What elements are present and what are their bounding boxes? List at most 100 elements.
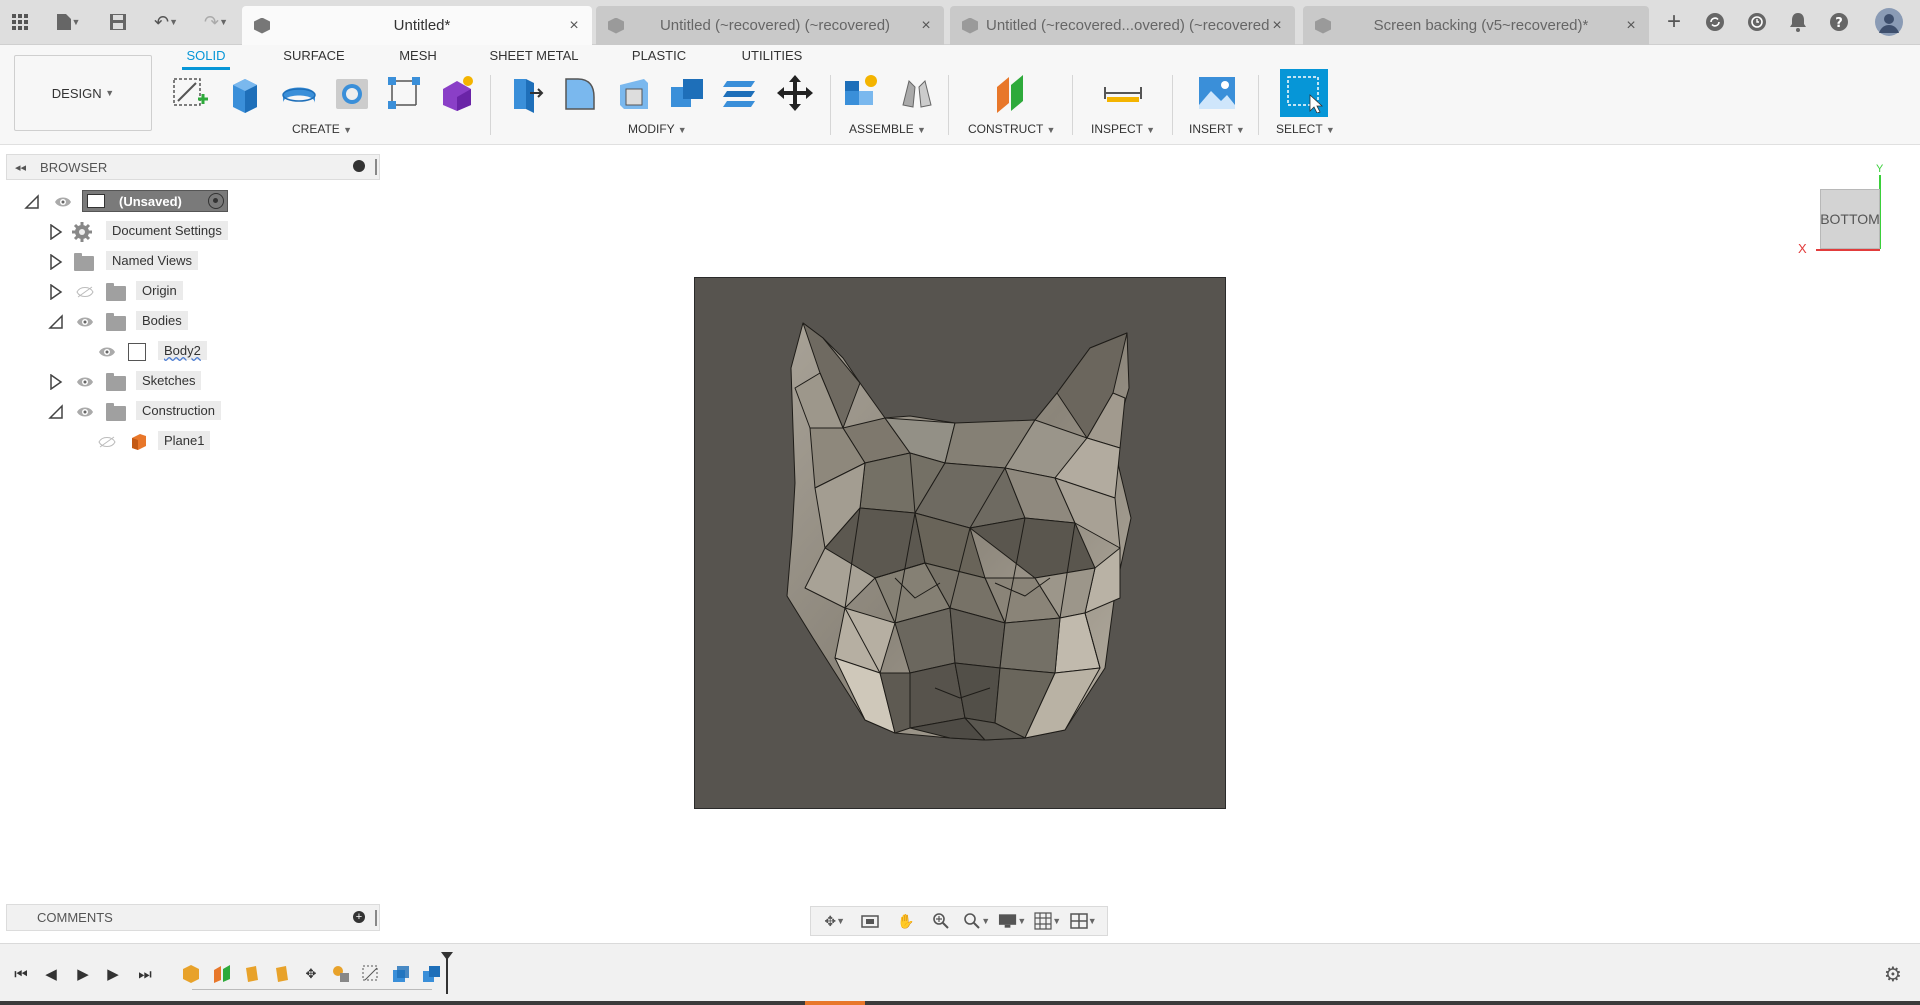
create-sketch-icon[interactable] <box>169 72 211 114</box>
press-pull-icon[interactable] <box>505 72 547 114</box>
grid-settings-icon[interactable]: ▼ <box>1034 910 1062 932</box>
tab-untitled-recovered-2[interactable]: Untitled (~recovered...overed) (~recover… <box>950 6 1295 45</box>
tab-untitled[interactable]: Untitled* × <box>242 6 592 45</box>
comments-panel-header[interactable]: COMMENTS + <box>6 904 380 931</box>
help-icon[interactable]: ? <box>1827 10 1851 34</box>
tab-plastic[interactable]: PLASTIC <box>628 48 690 70</box>
insert-menu[interactable]: INSERT ▼ <box>1189 122 1245 136</box>
visibility-eye-icon[interactable] <box>76 406 94 421</box>
tab-utilities[interactable]: UTILITIES <box>738 48 806 70</box>
tab-screen-backing[interactable]: Screen backing (v5~recovered)* × <box>1303 6 1649 45</box>
viewcube[interactable]: Y X BOTTOM <box>1790 163 1890 256</box>
visibility-eye-icon[interactable] <box>76 376 94 391</box>
play-icon[interactable]: ▶ <box>72 963 94 985</box>
timeline-marker-head[interactable] <box>441 952 453 960</box>
step-back-icon[interactable]: ◀ <box>40 963 62 985</box>
modify-menu[interactable]: MODIFY ▼ <box>628 122 687 136</box>
activate-radio-icon[interactable] <box>208 193 224 209</box>
timeline-feature-body[interactable] <box>241 962 263 986</box>
joint-icon[interactable] <box>896 72 938 114</box>
visibility-eye-icon[interactable] <box>54 196 72 208</box>
tab-sheet-metal[interactable]: SHEET METAL <box>488 48 580 70</box>
pin-handle-icon[interactable] <box>375 910 377 926</box>
go-to-start-icon[interactable]: ⏮ <box>10 963 32 985</box>
display-settings-icon[interactable]: ▼ <box>998 910 1026 932</box>
zoom-icon[interactable] <box>927 910 955 932</box>
close-icon[interactable]: × <box>566 17 582 35</box>
workspace-switcher[interactable]: DESIGN ▼ <box>14 55 152 131</box>
close-icon[interactable]: × <box>1623 17 1639 35</box>
hidden-eye-icon[interactable] <box>76 286 94 301</box>
timeline-settings-gear-icon[interactable]: ⚙ <box>1882 963 1904 986</box>
canvas-viewport[interactable] <box>694 277 1226 809</box>
visibility-eye-icon[interactable] <box>76 316 94 331</box>
minimize-icon[interactable] <box>353 160 365 172</box>
split-body-icon[interactable] <box>720 72 762 114</box>
step-forward-icon[interactable]: ▶ <box>102 963 124 985</box>
expand-triangle-icon[interactable] <box>48 374 64 390</box>
expand-triangle-icon[interactable] <box>48 284 64 300</box>
shell-icon[interactable] <box>613 72 655 114</box>
expand-triangle-icon[interactable] <box>48 254 64 270</box>
timeline-feature-extrude[interactable] <box>390 962 412 986</box>
timeline-marker[interactable] <box>446 954 448 994</box>
tab-mesh[interactable]: MESH <box>396 48 440 70</box>
pin-handle-icon[interactable] <box>375 159 377 175</box>
app-grid-icon[interactable] <box>8 10 32 34</box>
inspect-menu[interactable]: INSPECT ▼ <box>1091 122 1155 136</box>
revolve-icon[interactable] <box>278 72 320 114</box>
collapse-triangle-icon[interactable] <box>24 194 40 210</box>
save-icon[interactable] <box>106 10 130 34</box>
collapse-triangle-icon[interactable] <box>48 314 64 330</box>
hidden-eye-icon[interactable] <box>98 436 116 451</box>
form-icon[interactable] <box>436 72 478 114</box>
pattern-icon[interactable] <box>383 72 425 114</box>
move-copy-icon[interactable] <box>774 72 816 114</box>
new-tab-icon[interactable]: + <box>1662 8 1686 35</box>
timeline-feature-combine-body[interactable] <box>420 962 442 986</box>
combine-icon[interactable] <box>666 72 708 114</box>
tab-surface[interactable]: SURFACE <box>278 48 350 70</box>
select-tool-icon[interactable] <box>1280 69 1328 117</box>
tab-solid[interactable]: SOLID <box>182 48 230 70</box>
offset-plane-icon[interactable] <box>990 72 1032 114</box>
job-status-icon[interactable] <box>1745 10 1769 34</box>
go-to-end-icon[interactable]: ⏭ <box>134 963 156 985</box>
timeline-feature-move[interactable]: ✥ <box>300 962 322 986</box>
timeline-feature-combine[interactable] <box>330 962 352 986</box>
insert-image-icon[interactable] <box>1196 72 1238 114</box>
create-menu[interactable]: CREATE ▼ <box>292 122 352 136</box>
look-at-icon[interactable] <box>856 910 884 932</box>
user-avatar[interactable] <box>1874 7 1904 37</box>
tab-untitled-recovered[interactable]: Untitled (~recovered) (~recovered) × <box>596 6 944 45</box>
timeline-feature-plane[interactable] <box>211 962 233 986</box>
collapse-panel-icon[interactable]: ◂◂ <box>15 161 26 174</box>
undo-icon[interactable]: ↶ ▼ <box>146 10 186 34</box>
hole-icon[interactable] <box>331 72 373 114</box>
timeline-feature-body[interactable] <box>271 962 293 986</box>
measure-icon[interactable] <box>1102 72 1144 114</box>
root-component[interactable]: (Unsaved) <box>82 190 228 212</box>
notifications-icon[interactable] <box>1786 10 1810 34</box>
close-icon[interactable]: × <box>918 17 934 35</box>
collapse-triangle-icon[interactable] <box>48 404 64 420</box>
timeline-feature-mesh[interactable] <box>180 962 202 986</box>
add-comment-icon[interactable]: + <box>353 911 365 923</box>
viewcube-face-bottom[interactable]: BOTTOM <box>1820 189 1880 249</box>
pan-hand-icon[interactable]: ✋ <box>892 910 920 932</box>
construct-menu[interactable]: CONSTRUCT ▼ <box>968 122 1055 136</box>
visibility-eye-icon[interactable] <box>98 346 116 361</box>
assemble-menu[interactable]: ASSEMBLE ▼ <box>849 122 926 136</box>
orbit-icon[interactable]: ✥ ▼ <box>821 910 849 932</box>
close-icon[interactable]: × <box>1269 17 1285 35</box>
extrude-icon[interactable] <box>224 72 266 114</box>
viewports-icon[interactable]: ▼ <box>1069 910 1097 932</box>
file-menu-icon[interactable]: ▼ <box>50 10 86 34</box>
timeline-feature-sketch[interactable] <box>360 962 382 986</box>
sync-icon[interactable] <box>1703 10 1727 34</box>
new-component-icon[interactable] <box>840 72 882 114</box>
fit-zoom-icon[interactable]: ▼ <box>963 910 991 932</box>
select-menu[interactable]: SELECT ▼ <box>1276 122 1335 136</box>
fillet-icon[interactable] <box>559 72 601 114</box>
redo-icon[interactable]: ↷ ▼ <box>196 10 236 34</box>
